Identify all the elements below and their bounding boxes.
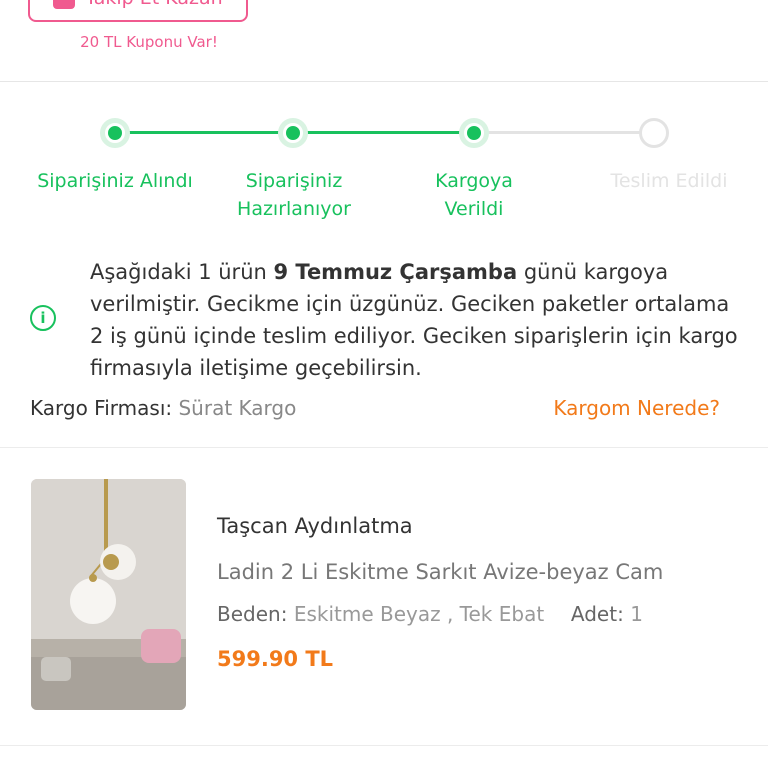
track-cargo-link[interactable]: Kargom Nerede?: [553, 396, 720, 420]
step-connector-2: [293, 131, 473, 134]
gift-icon: [53, 0, 76, 9]
info-icon: i: [30, 305, 56, 331]
product-image-graphic: [31, 479, 186, 710]
product-image[interactable]: [31, 479, 186, 710]
step-3-label: Kargoya Verildi: [435, 170, 513, 220]
step-4-dot: [639, 118, 669, 148]
info-prefix: Aşağıdaki 1 ürün: [90, 260, 274, 284]
shipping-info-text: Aşağıdaki 1 ürün 9 Temmuz Çarşamba günü …: [90, 256, 740, 384]
step-1-dot: [100, 118, 130, 148]
step-2-dot: [278, 118, 308, 148]
cargo-company: Kargo Firması: Sürat Kargo: [30, 396, 296, 420]
follow-earn-label: Takip Et Kazan: [85, 0, 222, 9]
qty-label: Adet:: [570, 602, 624, 626]
coupon-note: 20 TL Kuponu Var!: [80, 33, 218, 51]
divider: [0, 81, 768, 82]
info-date: 9 Temmuz Çarşamba: [273, 260, 518, 284]
product-price: 599.90 TL: [217, 647, 334, 671]
step-connector-3: [473, 131, 653, 134]
step-2-label: Siparişiniz Hazırlanıyor: [237, 170, 351, 220]
step-3-dot: [459, 118, 489, 148]
cargo-label: Kargo Firması:: [30, 396, 173, 420]
step-1-label: Siparişiniz Alındı: [37, 170, 193, 192]
size-value: Eskitme Beyaz , Tek Ebat: [293, 602, 545, 626]
product-brand[interactable]: Taşcan Aydınlatma: [217, 514, 413, 538]
divider: [0, 447, 768, 448]
step-4-label: Teslim Edildi: [610, 170, 728, 192]
step-connector-1: [115, 131, 293, 134]
product-name[interactable]: Ladin 2 Li Eskitme Sarkıt Avize-beyaz Ca…: [217, 560, 727, 584]
product-variant: Beden: Eskitme Beyaz , Tek Ebat Adet: 1: [217, 602, 643, 626]
order-status-stepper: Siparişiniz Alındı Siparişiniz Hazırlanı…: [0, 110, 768, 230]
follow-earn-button[interactable]: Takip Et Kazan: [28, 0, 248, 22]
qty-value: 1: [630, 602, 643, 626]
size-label: Beden:: [217, 602, 288, 626]
divider: [0, 745, 768, 746]
cargo-value: Sürat Kargo: [178, 396, 297, 420]
